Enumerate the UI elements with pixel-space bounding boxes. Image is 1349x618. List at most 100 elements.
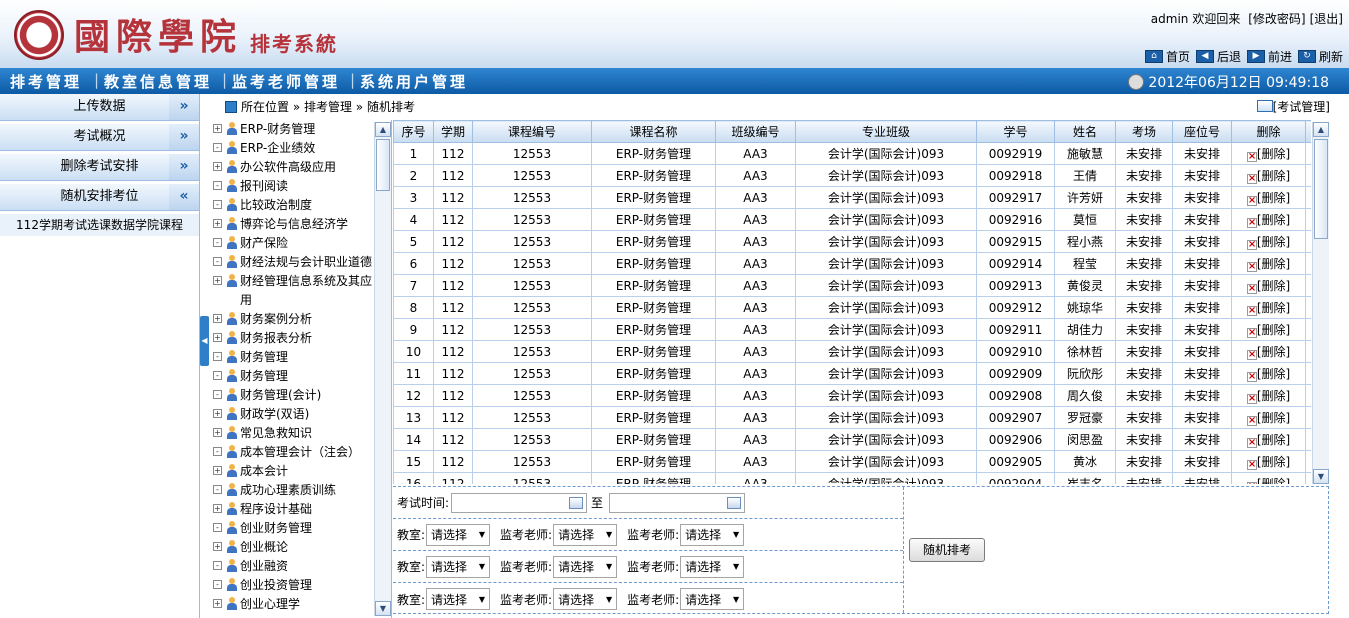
collapse-icon[interactable]: -: [213, 561, 222, 570]
collapse-icon[interactable]: -: [213, 523, 222, 532]
classroom-select[interactable]: 请选择 ▼: [426, 523, 491, 546]
delete-link[interactable]: ×[删除]: [1246, 147, 1290, 162]
tree-item[interactable]: + 常见急救知识: [210, 424, 391, 443]
delete-link[interactable]: ×[删除]: [1246, 257, 1290, 272]
proctor-select[interactable]: 请选择 ▼: [553, 555, 618, 578]
tree-item[interactable]: - 成功心理素质训练: [210, 481, 391, 500]
menu-system-users[interactable]: 系统用户管理: [360, 71, 468, 92]
logout-link[interactable]: [退出]: [1310, 12, 1343, 26]
tree-item[interactable]: + 创业概论: [210, 538, 391, 557]
tree-item[interactable]: + 财政学(双语): [210, 405, 391, 424]
delete-link[interactable]: ×[删除]: [1246, 213, 1290, 228]
tree-item[interactable]: - 比较政治制度: [210, 196, 391, 215]
collapse-icon[interactable]: -: [213, 238, 222, 247]
classroom-select[interactable]: 请选择 ▼: [426, 588, 491, 610]
scroll-thumb[interactable]: [1314, 139, 1328, 239]
proctor-select[interactable]: 请选择 ▼: [553, 588, 618, 610]
expand-icon[interactable]: +: [213, 542, 222, 551]
collapse-icon[interactable]: -: [213, 447, 222, 456]
expand-icon[interactable]: +: [213, 124, 222, 133]
delete-link[interactable]: ×[删除]: [1246, 433, 1290, 448]
scroll-down-icon[interactable]: ▼: [375, 601, 391, 616]
proctor-select[interactable]: 请选择 ▼: [553, 523, 618, 546]
delete-link[interactable]: ×[删除]: [1246, 279, 1290, 294]
tree-item[interactable]: + 博弈论与信息经济学: [210, 215, 391, 234]
forward-button[interactable]: ▶ 前进: [1246, 48, 1292, 65]
delete-link[interactable]: ×[删除]: [1246, 323, 1290, 338]
collapse-icon[interactable]: -: [213, 352, 222, 361]
refresh-button[interactable]: ↻ 刷新: [1297, 48, 1343, 65]
collapse-icon[interactable]: -: [213, 485, 222, 494]
expand-icon[interactable]: +: [213, 504, 222, 513]
grid-scrollbar[interactable]: ▲ ▼: [1312, 122, 1329, 484]
tree-item[interactable]: + 成本会计: [210, 462, 391, 481]
expand-icon[interactable]: +: [213, 599, 222, 608]
tree-scrollbar[interactable]: ▲ ▼: [374, 122, 391, 616]
tree-item[interactable]: - 成本管理会计（注会）: [210, 443, 391, 462]
tree-item[interactable]: + ERP-财务管理: [210, 120, 391, 139]
calendar-icon[interactable]: [569, 496, 584, 509]
collapse-icon[interactable]: -: [213, 257, 222, 266]
back-button[interactable]: ◀ 后退: [1195, 48, 1241, 65]
collapse-icon[interactable]: -: [213, 143, 222, 152]
proctor-select[interactable]: 请选择 ▼: [680, 555, 745, 578]
delete-link[interactable]: ×[删除]: [1246, 235, 1290, 250]
tree-item[interactable]: + 财务报表分析: [210, 329, 391, 348]
tree-item[interactable]: - 财务管理: [210, 348, 391, 367]
tree-item[interactable]: - 财务管理: [210, 367, 391, 386]
sidebar-subitem-course-data[interactable]: 112学期考试选课数据学院课程: [0, 214, 199, 236]
sidebar-item-upload-data[interactable]: 上传数据 »: [0, 94, 199, 121]
expand-icon[interactable]: +: [213, 276, 222, 285]
delete-link[interactable]: ×[删除]: [1246, 191, 1290, 206]
menu-classroom-info[interactable]: 教室信息管理: [104, 71, 212, 92]
proctor-select[interactable]: 请选择 ▼: [680, 523, 745, 546]
expand-icon[interactable]: +: [213, 219, 222, 228]
collapse-icon[interactable]: -: [213, 580, 222, 589]
collapse-icon[interactable]: -: [213, 390, 222, 399]
tree-item[interactable]: + 程序设计基础: [210, 500, 391, 519]
scroll-thumb[interactable]: [376, 139, 390, 191]
random-arrange-button[interactable]: 随机排考: [909, 538, 985, 562]
tree-item[interactable]: - 财产保险: [210, 234, 391, 253]
delete-link[interactable]: ×[删除]: [1246, 301, 1290, 316]
menu-proctor-management[interactable]: 监考老师管理: [232, 71, 340, 92]
tree-item[interactable]: + 财经管理信息系统及其应用: [210, 272, 391, 310]
tree-item[interactable]: - 报刊阅读: [210, 177, 391, 196]
expand-icon[interactable]: +: [213, 314, 222, 323]
end-date-input[interactable]: [609, 492, 746, 513]
tree-item[interactable]: + 创业心理学: [210, 595, 391, 614]
expand-icon[interactable]: +: [213, 409, 222, 418]
start-date-input[interactable]: [451, 492, 588, 513]
delete-link[interactable]: ×[删除]: [1246, 367, 1290, 382]
tree-item[interactable]: - 财务管理(会计): [210, 386, 391, 405]
sidebar-item-delete-exam[interactable]: 删除考试安排 »: [0, 154, 199, 181]
delete-link[interactable]: ×[删除]: [1246, 345, 1290, 360]
proctor-select[interactable]: 请选择 ▼: [680, 588, 745, 610]
tree-item[interactable]: - 创业投资管理: [210, 576, 391, 595]
menu-exam-arrangement[interactable]: 排考管理: [10, 71, 82, 92]
tree-item[interactable]: - ERP-企业绩效: [210, 139, 391, 158]
classroom-select[interactable]: 请选择 ▼: [426, 555, 491, 578]
collapse-icon[interactable]: -: [213, 181, 222, 190]
exam-management-link[interactable]: [考试管理]: [1256, 96, 1330, 118]
expand-icon[interactable]: +: [213, 466, 222, 475]
calendar-icon[interactable]: [727, 496, 742, 509]
tree-item[interactable]: + 办公软件高级应用: [210, 158, 391, 177]
expand-icon[interactable]: +: [213, 428, 222, 437]
collapse-icon[interactable]: -: [213, 200, 222, 209]
sidebar-item-exam-overview[interactable]: 考试概况 »: [0, 124, 199, 151]
delete-link[interactable]: ×[删除]: [1246, 477, 1290, 484]
tree-item[interactable]: - 财经法规与会计职业道德: [210, 253, 391, 272]
delete-link[interactable]: ×[删除]: [1246, 455, 1290, 470]
sidebar-collapse-handle[interactable]: ◀: [200, 316, 209, 366]
collapse-icon[interactable]: -: [213, 371, 222, 380]
sidebar-item-random-seat[interactable]: 随机安排考位 «: [0, 184, 199, 211]
change-password-link[interactable]: [修改密码]: [1248, 12, 1305, 26]
scroll-up-icon[interactable]: ▲: [375, 122, 391, 137]
scroll-down-icon[interactable]: ▼: [1313, 469, 1329, 484]
delete-link[interactable]: ×[删除]: [1246, 389, 1290, 404]
delete-link[interactable]: ×[删除]: [1246, 169, 1290, 184]
home-button[interactable]: ⌂ 首页: [1144, 48, 1190, 65]
tree-item[interactable]: + 财务案例分析: [210, 310, 391, 329]
expand-icon[interactable]: +: [213, 162, 222, 171]
